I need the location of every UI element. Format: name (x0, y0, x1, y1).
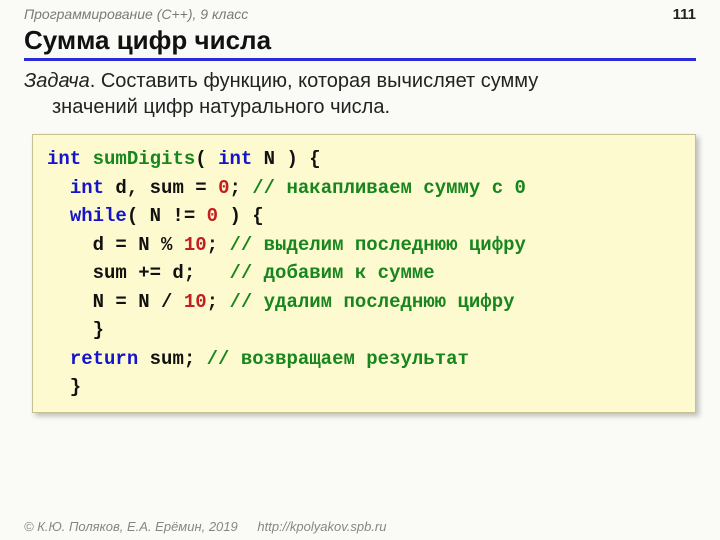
task-line2: значений цифр натурального числа. (24, 95, 676, 121)
code-text: ; (207, 291, 230, 313)
kw-int: int (47, 148, 81, 170)
title-row: Сумма цифр числа (0, 25, 720, 58)
code-text (47, 205, 70, 227)
header-row: Программирование (C++), 9 класс 111 (0, 0, 720, 25)
code-text: ( N != (127, 205, 207, 227)
footer: © К.Ю. Поляков, Е.А. Ерёмин, 2019 http:/… (24, 519, 386, 534)
code-text: d, sum = (104, 177, 218, 199)
kw-while: while (70, 205, 127, 227)
task-label: Задача (24, 70, 90, 92)
code-text: sum += d; (47, 262, 229, 284)
code-text: sum; (138, 348, 206, 370)
comment: // удалим последнюю цифру (229, 291, 514, 313)
code-text: N ) { (252, 148, 320, 170)
code-text (47, 177, 70, 199)
code-text: ; (229, 177, 252, 199)
kw-int: int (70, 177, 104, 199)
code-block: int sumDigits( int N ) { int d, sum = 0;… (32, 134, 696, 413)
comment: // выделим последнюю цифру (229, 234, 525, 256)
code-text: } (47, 376, 81, 398)
code-text: d = N % (47, 234, 184, 256)
fn-name: sumDigits (93, 148, 196, 170)
page-number: 111 (673, 6, 696, 23)
code-text: N = N / (47, 291, 184, 313)
num-literal: 0 (207, 205, 218, 227)
course-label: Программирование (C++), 9 класс (24, 6, 248, 22)
page-title: Сумма цифр числа (24, 25, 271, 55)
task-text: Задача. Составить функцию, которая вычис… (0, 69, 720, 130)
num-literal: 10 (184, 291, 207, 313)
num-literal: 0 (218, 177, 229, 199)
comment: // накапливаем сумму с 0 (252, 177, 526, 199)
footer-url: http://kpolyakov.spb.ru (257, 519, 386, 534)
code-text: ) { (218, 205, 264, 227)
code-text: } (47, 319, 104, 341)
code-text: ( (195, 148, 218, 170)
code-text: ; (207, 234, 230, 256)
kw-return: return (70, 348, 138, 370)
comment: // добавим к сумме (229, 262, 434, 284)
copyright: © К.Ю. Поляков, Е.А. Ерёмин, 2019 (24, 519, 238, 534)
num-literal: 10 (184, 234, 207, 256)
title-divider (24, 58, 696, 61)
comment: // возвращаем результат (207, 348, 469, 370)
kw-int: int (218, 148, 252, 170)
code-text (47, 348, 70, 370)
task-line1: . Составить функцию, которая вычисляет с… (90, 70, 539, 92)
